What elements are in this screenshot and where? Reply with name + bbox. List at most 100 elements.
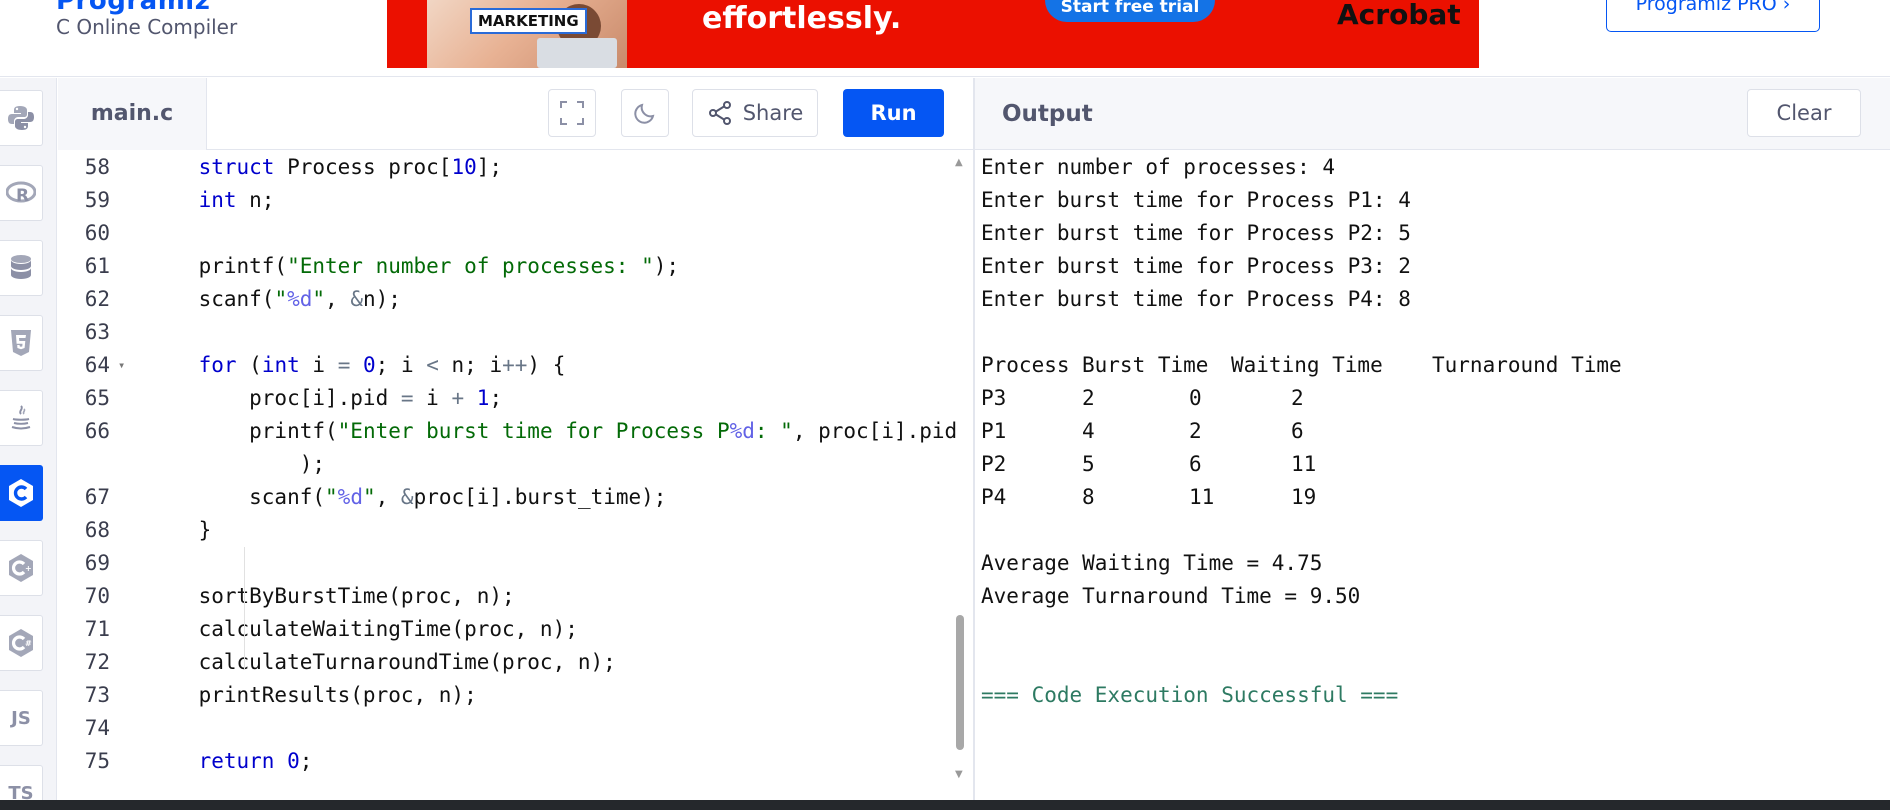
clear-button[interactable]: Clear: [1747, 89, 1861, 137]
ad-tag: MARKETING: [470, 8, 587, 34]
code-line: printResults(proc, n);: [148, 683, 477, 707]
code-line: sortByBurstTime(proc, n);: [148, 584, 515, 608]
app-subtitle: C Online Compiler: [56, 15, 238, 39]
ad-cta-button[interactable]: Start free trial: [1045, 0, 1215, 22]
table-cell: 4: [1082, 419, 1095, 443]
code-line: struct Process proc[10];: [198, 155, 503, 179]
code-scrollbar[interactable]: ▲ ▼: [955, 157, 965, 780]
java-icon: [11, 405, 31, 430]
table-cell: 0: [1189, 386, 1202, 410]
lang-r[interactable]: R: [0, 165, 43, 221]
output-header: Output Clear: [975, 78, 1890, 150]
table-cell: 6: [1291, 419, 1304, 443]
table-cell: 8: [1082, 485, 1095, 509]
table-cell: 11: [1189, 485, 1215, 509]
line-number: 70: [84, 584, 110, 608]
table-cell: 2: [1082, 386, 1095, 410]
c-icon: [9, 479, 33, 507]
fold-arrow-icon[interactable]: ▾: [118, 349, 128, 382]
output-line: Enter burst time for Process P4: 8: [981, 287, 1411, 311]
line-number: 60: [84, 221, 110, 245]
code-line: calculateTurnaroundTime(proc, n);: [148, 650, 616, 674]
line-number: 74: [84, 716, 110, 740]
line-number: 69: [84, 551, 110, 575]
ad-brand: Acrobat: [1337, 0, 1461, 31]
ad-headline: effortlessly.: [702, 1, 902, 36]
table-header-cell: Waiting Time: [1231, 353, 1383, 377]
line-number: 59: [84, 188, 110, 212]
editor-toolbar: main.c Share Run: [58, 78, 973, 150]
output-console: Enter number of processes: 4 Enter burst…: [975, 151, 1890, 800]
line-number: 72: [84, 650, 110, 674]
js-icon: JS: [11, 707, 31, 729]
indent-guide: [244, 547, 245, 670]
fullscreen-button[interactable]: [548, 89, 596, 137]
table-cell: 11: [1291, 452, 1317, 476]
dark-mode-button[interactable]: [621, 89, 669, 137]
share-button[interactable]: Share: [692, 89, 818, 137]
lang-java[interactable]: [0, 390, 43, 446]
language-sidebar: R + # JS TS: [0, 78, 57, 810]
database-icon: [11, 255, 31, 279]
svg-text:+: +: [25, 564, 32, 573]
output-line: Enter burst time for Process P1: 4: [981, 188, 1411, 212]
output-line: Enter burst time for Process P3: 2: [981, 254, 1411, 278]
scroll-down-arrow-icon[interactable]: ▼: [955, 769, 963, 780]
code-line: }: [148, 518, 212, 542]
scroll-up-arrow-icon[interactable]: ▲: [955, 157, 963, 168]
line-number: 73: [84, 683, 110, 707]
code-line: calculateWaitingTime(proc, n);: [148, 617, 578, 641]
code-line: int n;: [198, 188, 275, 212]
r-icon: R: [6, 181, 36, 205]
lang-html[interactable]: [0, 315, 43, 371]
lang-python[interactable]: [0, 90, 43, 146]
lang-c[interactable]: [0, 465, 43, 521]
line-number: 71: [84, 617, 110, 641]
code-line: scanf("%d", &proc[i].burst_time);: [148, 485, 667, 509]
moon-icon: [634, 103, 655, 124]
code-line: printf("Enter burst time for Process P%d…: [148, 419, 958, 443]
code-line: for (int i = 0; i < n; i++) {: [198, 353, 566, 377]
lang-cpp[interactable]: +: [0, 540, 43, 596]
line-number: 68: [84, 518, 110, 542]
line-number: 66: [84, 419, 110, 443]
code-line: printf("Enter number of processes: ");: [148, 254, 680, 278]
table-cell: 2: [1189, 419, 1202, 443]
lang-csharp[interactable]: #: [0, 615, 43, 671]
line-number: 61: [84, 254, 110, 278]
output-title: Output: [1002, 101, 1093, 127]
file-tab-main-c[interactable]: main.c: [58, 78, 207, 150]
ad-photo: MARKETING: [427, 0, 627, 68]
line-number: 64: [84, 353, 110, 377]
bottom-bar: [0, 800, 1890, 810]
line-number: 58: [84, 155, 110, 179]
ad-laptop-image: [537, 38, 617, 68]
python-icon: [8, 106, 34, 130]
code-line: return 0;: [198, 749, 313, 773]
line-number: 67: [84, 485, 110, 509]
ad-banner[interactable]: MARKETING effortlessly. Start free trial…: [387, 0, 1479, 68]
table-cell: 6: [1189, 452, 1202, 476]
html5-icon: [11, 330, 31, 356]
svg-text:#: #: [25, 639, 32, 648]
table-cell: P2: [981, 452, 1007, 476]
table-header-cell: Turnaround Time: [1432, 353, 1622, 377]
line-number: 63: [84, 320, 110, 344]
scrollbar-thumb[interactable]: [956, 615, 964, 750]
average-turnaround-line: Average Turnaround Time = 9.50: [981, 584, 1361, 608]
code-line: scanf("%d", &n);: [148, 287, 401, 311]
programiz-pro-button[interactable]: Programiz PRO ›: [1606, 0, 1820, 32]
line-number: 65: [84, 386, 110, 410]
svg-text:R: R: [16, 186, 29, 205]
code-editor[interactable]: 58 59 60 61 62 63 64 ▾ 65 66 67 68 69 70 71 72 73 74 75 st…: [58, 151, 973, 800]
run-button[interactable]: Run: [843, 89, 944, 137]
top-header: Programiz C Online Compiler MARKETING ef…: [0, 0, 1890, 77]
programiz-logo[interactable]: Programiz: [56, 0, 210, 16]
line-number: 75: [84, 749, 110, 773]
cpp-icon: +: [9, 554, 33, 582]
table-cell: 5: [1082, 452, 1095, 476]
code-line: proc[i].pid = i + 1;: [148, 386, 503, 410]
lang-sql[interactable]: [0, 240, 43, 296]
lang-js[interactable]: JS: [0, 690, 43, 746]
execution-success-message: === Code Execution Successful ===: [981, 683, 1399, 707]
